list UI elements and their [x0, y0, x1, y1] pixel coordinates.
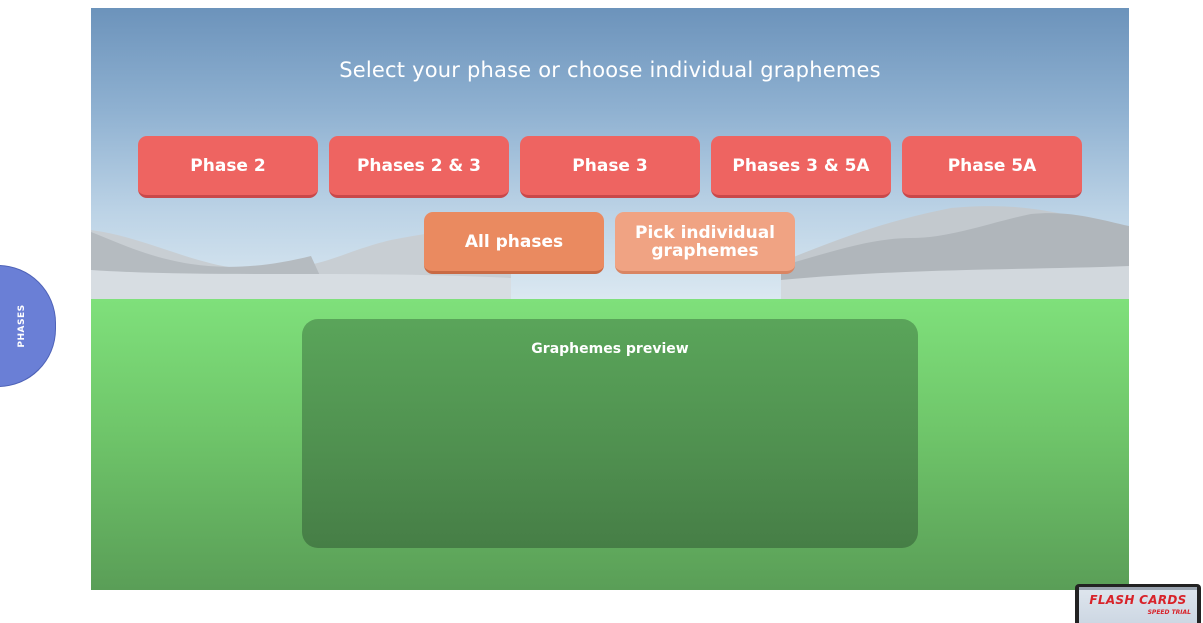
phase-5a-button[interactable]: Phase 5A [902, 136, 1082, 198]
graphemes-preview-title: Graphemes preview [531, 341, 689, 357]
phase-3-button[interactable]: Phase 3 [520, 136, 700, 198]
thumbnail-top-bar [1079, 587, 1197, 590]
thumbnail-title: FLASH CARDS [1089, 593, 1187, 607]
phases-side-tab[interactable]: PHASES [0, 265, 56, 387]
flash-cards-thumbnail[interactable]: FLASH CARDS SPEED TRIAL [1075, 584, 1201, 623]
phases-side-tab-label: PHASES [17, 304, 27, 348]
pick-individual-line1: Pick individual [635, 222, 775, 243]
phase-2-button[interactable]: Phase 2 [138, 136, 318, 198]
graphemes-preview-panel: Graphemes preview [302, 319, 918, 548]
thumbnail-subtitle: SPEED TRIAL [1147, 609, 1191, 616]
activity-stage: Select your phase or choose individual g… [91, 8, 1129, 590]
pick-individual-line2: graphemes [651, 240, 759, 261]
all-phases-button[interactable]: All phases [424, 212, 604, 274]
page-title: Select your phase or choose individual g… [339, 58, 881, 82]
phases-3-and-5a-button[interactable]: Phases 3 & 5A [711, 136, 891, 198]
phases-2-and-3-button[interactable]: Phases 2 & 3 [329, 136, 509, 198]
pick-individual-graphemes-button[interactable]: Pick individual graphemes [615, 212, 795, 274]
flash-cards-thumbnail-screen: FLASH CARDS SPEED TRIAL [1079, 587, 1197, 623]
